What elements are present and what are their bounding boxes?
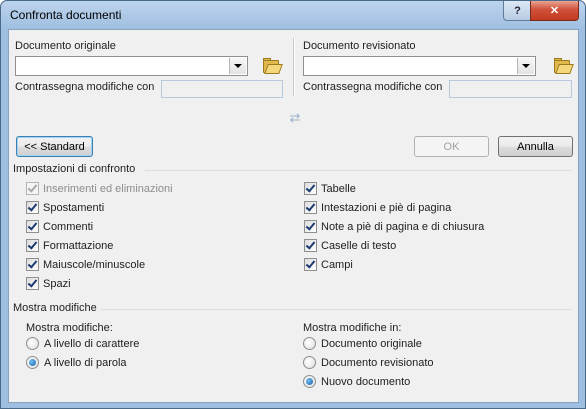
revised-document-label: Documento revisionato <box>303 40 416 52</box>
radio-empty-icon <box>26 337 39 350</box>
close-icon: ✕ <box>549 5 560 17</box>
checkmark-icon <box>26 201 39 214</box>
original-author-field <box>161 80 283 98</box>
checkbox-inserimenti-ed-eliminazioni: Inserimenti ed eliminazioni <box>26 182 173 195</box>
radio-selected-icon <box>26 356 39 369</box>
radio-documento-originale[interactable]: Documento originale <box>303 337 422 350</box>
group-divider <box>101 309 572 310</box>
folder-open-icon[interactable] <box>553 58 574 74</box>
ok-button-label: OK <box>443 140 460 153</box>
radio-label: A livello di parola <box>44 356 127 369</box>
checkbox-label: Spazi <box>43 277 71 290</box>
radio-label: Documento originale <box>321 337 422 350</box>
help-icon: ? <box>514 4 521 17</box>
checkmark-icon <box>26 258 39 271</box>
dialog-title: Confronta documenti <box>10 8 122 22</box>
checkbox-label: Commenti <box>43 220 94 233</box>
checkbox-label: Note a piè di pagina e di chiusura <box>321 220 485 233</box>
radio-label: A livello di carattere <box>44 337 140 350</box>
checkbox-commenti[interactable]: Commenti <box>26 220 93 233</box>
radio-empty-icon <box>303 356 316 369</box>
chevron-down-icon[interactable] <box>517 58 534 74</box>
checkbox-tabelle[interactable]: Tabelle <box>304 182 356 195</box>
chevron-down-icon[interactable] <box>229 58 246 74</box>
checkbox-spazi[interactable]: Spazi <box>26 277 71 290</box>
checkbox-label: Caselle di testo <box>321 239 397 252</box>
ok-button[interactable]: OK <box>414 136 489 157</box>
checkbox-label: Spostamenti <box>43 201 105 214</box>
folder-open-icon[interactable] <box>262 58 283 74</box>
revised-author-field <box>449 80 572 98</box>
radio-empty-icon <box>303 337 316 350</box>
checkbox-label: Campi <box>321 258 353 271</box>
checkbox-spostamenti[interactable]: Spostamenti <box>26 201 104 214</box>
title-bar[interactable]: Confronta documenti ? ✕ <box>1 1 585 29</box>
standard-toggle-button[interactable]: << Standard <box>16 136 93 157</box>
checkbox-label: Tabelle <box>321 182 356 195</box>
vertical-divider <box>293 38 294 96</box>
checkmark-icon <box>304 201 317 214</box>
compare-settings-title: Impostazioni di confronto <box>13 163 136 175</box>
checkmark-icon <box>26 220 39 233</box>
checkbox-formattazione[interactable]: Formattazione <box>26 239 113 252</box>
revised-mark-label: Contrassegna modifiche con <box>303 81 443 93</box>
standard-button-label: << Standard <box>24 140 85 153</box>
original-mark-label: Contrassegna modifiche con <box>15 81 155 93</box>
checkbox-label: Maiuscole/minuscole <box>43 258 146 271</box>
checkmark-icon <box>304 258 317 271</box>
close-button[interactable]: ✕ <box>530 1 579 21</box>
radio-selected-icon <box>303 375 316 388</box>
checkmark-icon <box>26 182 39 195</box>
checkmark-icon <box>304 182 317 195</box>
original-document-combo[interactable] <box>15 56 248 76</box>
checkbox-label: Inserimenti ed eliminazioni <box>43 182 173 195</box>
checkmark-icon <box>26 277 39 290</box>
show-level-title: Mostra modifiche: <box>26 322 113 334</box>
checkbox-maiuscole-minuscole[interactable]: Maiuscole/minuscole <box>26 258 145 271</box>
cancel-button[interactable]: Annulla <box>498 136 573 157</box>
checkbox-label: Intestazioni e piè di pagina <box>321 201 452 214</box>
checkmark-icon <box>304 220 317 233</box>
group-divider <box>145 170 572 171</box>
radio-label: Documento revisionato <box>321 356 434 369</box>
checkmark-icon <box>304 239 317 252</box>
radio-label: Nuovo documento <box>321 375 411 388</box>
show-in-title: Mostra modifiche in: <box>303 322 402 334</box>
checkbox-label: Formattazione <box>43 239 114 252</box>
compare-documents-dialog: Confronta documenti ? ✕ Documento origin… <box>0 0 586 409</box>
revised-document-combo[interactable] <box>303 56 536 76</box>
cancel-button-label: Annulla <box>517 140 554 153</box>
dialog-body: Documento originale Contrassegna modific… <box>8 29 579 403</box>
original-document-label: Documento originale <box>15 40 116 52</box>
radio-a-livello-di-carattere[interactable]: A livello di carattere <box>26 337 139 350</box>
checkbox-campi[interactable]: Campi <box>304 258 353 271</box>
help-button[interactable]: ? <box>503 1 532 21</box>
checkbox-note-a-pie-di-pagina-e-di-chiusura[interactable]: Note a piè di pagina e di chiusura <box>304 220 484 233</box>
radio-nuovo-documento[interactable]: Nuovo documento <box>303 375 410 388</box>
radio-a-livello-di-parola[interactable]: A livello di parola <box>26 356 127 369</box>
checkbox-intestazioni-e-pie-di-pagina[interactable]: Intestazioni e piè di pagina <box>304 201 451 214</box>
swap-arrows-icon[interactable]: ⇄ <box>286 111 304 128</box>
checkmark-icon <box>26 239 39 252</box>
radio-documento-revisionato[interactable]: Documento revisionato <box>303 356 434 369</box>
show-changes-title: Mostra modifiche <box>13 302 97 314</box>
checkbox-caselle-di-testo[interactable]: Caselle di testo <box>304 239 396 252</box>
